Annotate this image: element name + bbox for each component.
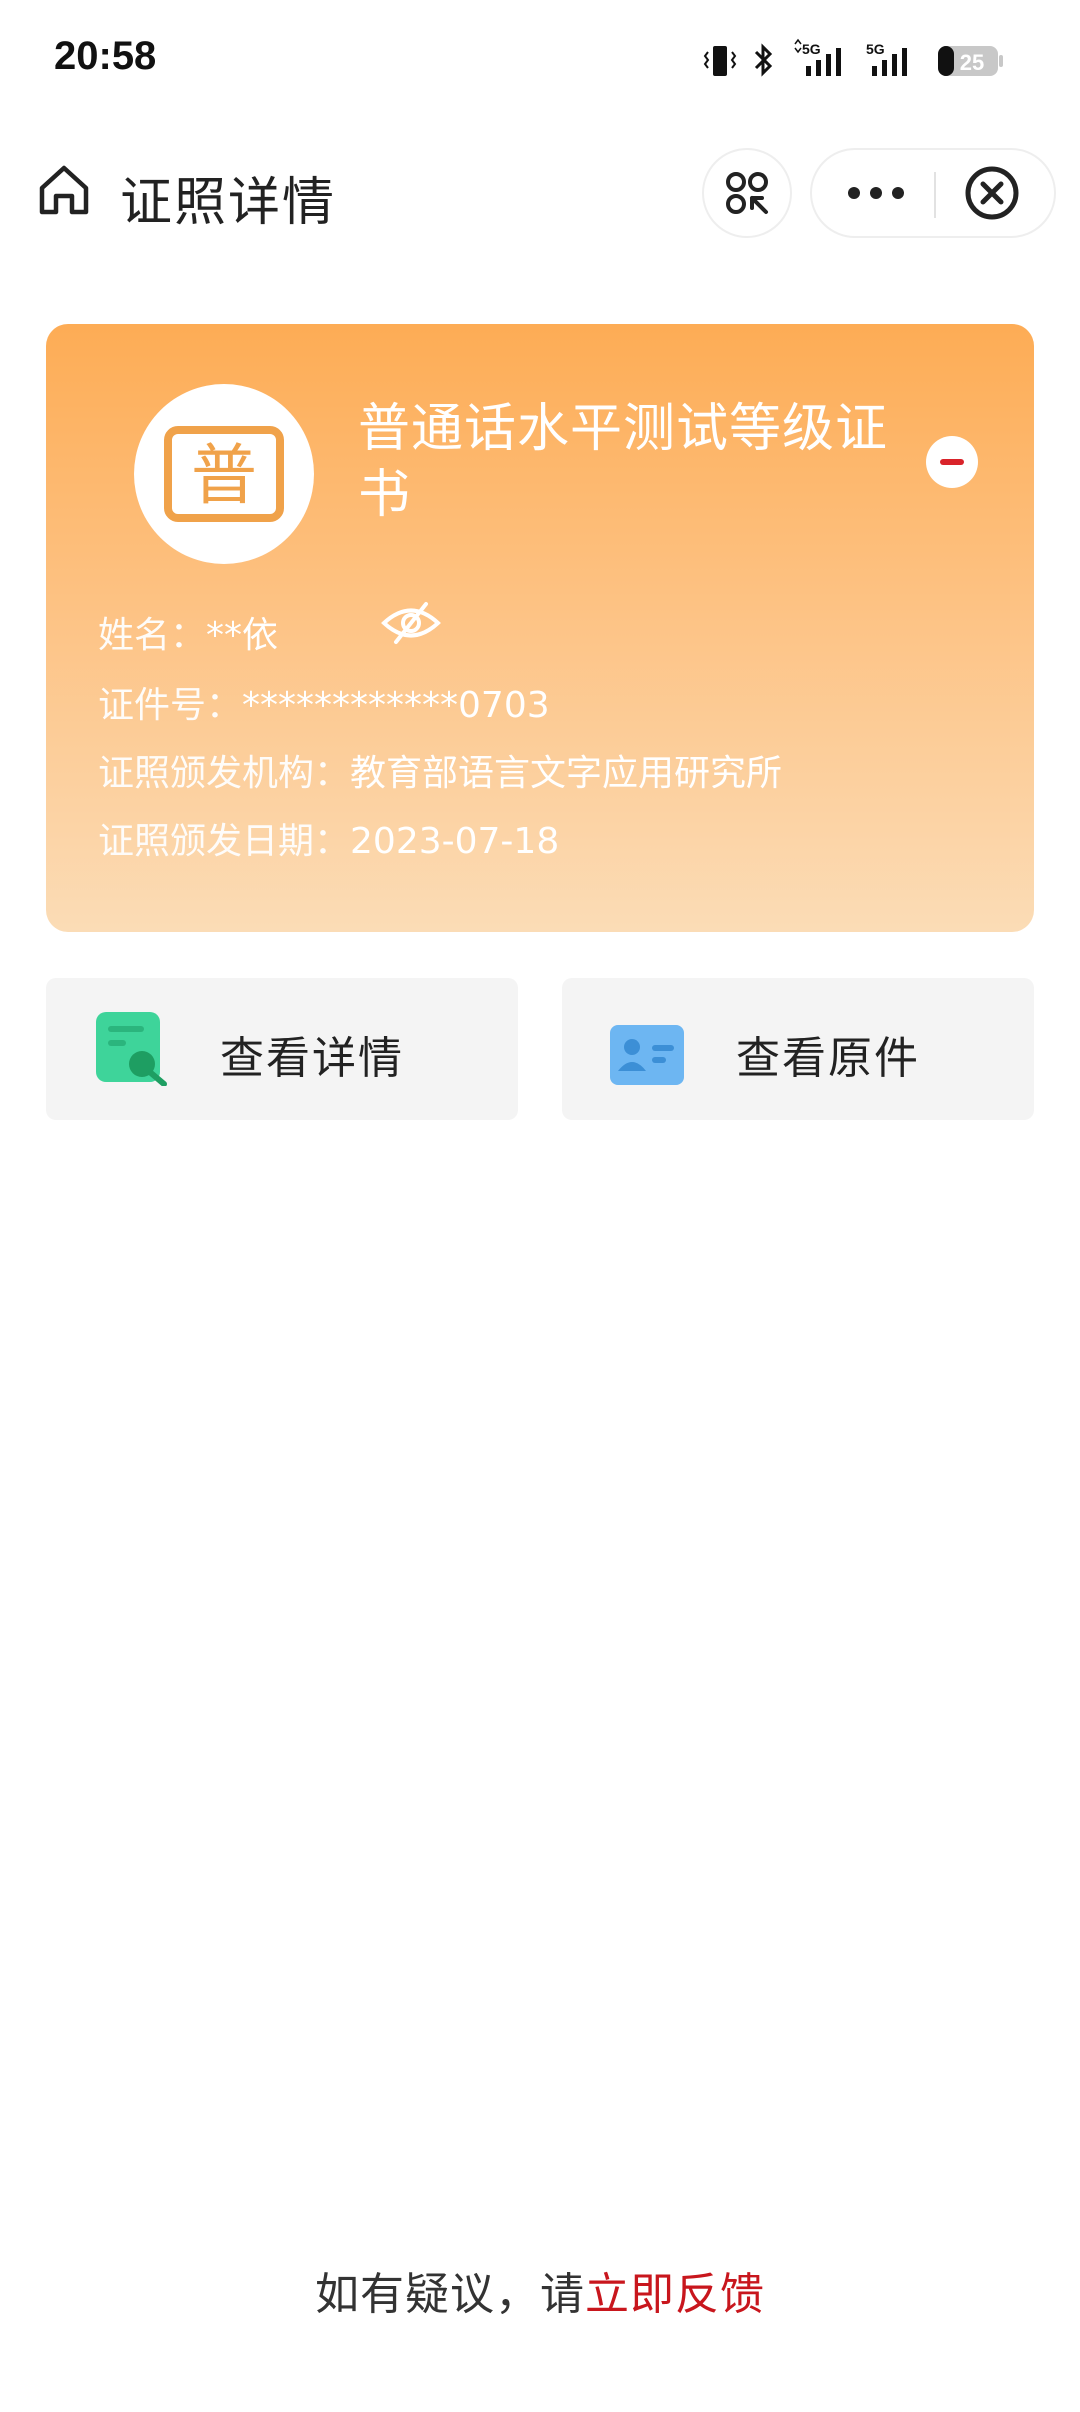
close-button[interactable] [936, 150, 1056, 236]
certificate-card[interactable]: 普 普通话水平测试等级证书 姓名：**依 证件号：************070… [46, 324, 1034, 932]
document-search-icon [96, 1012, 167, 1086]
id-card-icon [610, 1025, 684, 1085]
issuer-value: 教育部语言文字应用研究所 [350, 753, 783, 794]
view-original-label: 查看原件 [736, 1033, 920, 1084]
home-icon[interactable] [36, 162, 92, 218]
view-details-label: 查看详情 [220, 1033, 404, 1084]
view-details-button[interactable]: 查看详情 [46, 978, 518, 1120]
status-bar: 20:58 5G 5G 25 [0, 0, 1080, 125]
more-icon [848, 187, 904, 199]
screen: 20:58 5G 5G 25 证照详情 普 普通话水平测试等级证书 姓名：**依… [0, 0, 1080, 2412]
bluetooth-icon [754, 43, 773, 77]
view-original-button[interactable]: 查看原件 [562, 978, 1034, 1120]
feedback-prefix: 如有疑议，请 [315, 2269, 585, 2320]
page-title: 证照详情 [120, 173, 337, 233]
id-label: 证件号： [98, 685, 243, 726]
battery-level: 25 [960, 50, 984, 75]
issuer-label: 证照颁发机构： [98, 753, 351, 794]
feedback-link[interactable]: 立即反馈 [585, 2269, 765, 2320]
info-row-issuer: 证照颁发机构：教育部语言文字应用研究所 [98, 744, 782, 796]
date-label: 证照颁发日期： [98, 821, 351, 862]
info-row-date: 证照颁发日期：2023-07-18 [98, 812, 559, 864]
eye-hidden-icon[interactable] [380, 598, 442, 648]
certificate-seal-icon: 普 [164, 426, 284, 522]
more-button[interactable] [812, 150, 934, 236]
mini-program-capsule [810, 148, 1056, 238]
network-label-2: 5G [866, 41, 885, 57]
nav-bar: 证照详情 [0, 140, 1080, 250]
date-value: 2023-07-18 [350, 821, 560, 862]
logo-char: 普 [191, 437, 257, 514]
scan-icon [726, 172, 768, 214]
remove-button[interactable] [926, 436, 978, 488]
vibrate-icon [703, 46, 737, 76]
name-value: **依 [206, 615, 279, 656]
name-label: 姓名： [98, 615, 207, 656]
info-row-id: 证件号：************0703 [98, 676, 550, 728]
id-value: ************0703 [242, 685, 550, 726]
signal-5g-icon-2: 5G [866, 41, 907, 76]
signal-5g-icon-1: 5G [794, 38, 841, 76]
close-icon [965, 166, 1019, 220]
status-time: 20:58 [54, 34, 157, 78]
scan-button[interactable] [702, 148, 792, 238]
feedback-footer: 如有疑议，请立即反馈 [0, 2258, 1080, 2322]
certificate-title: 普通话水平测试等级证书 [358, 399, 889, 525]
battery-icon: 25 [938, 46, 1003, 76]
info-row-name: 姓名：**依 [98, 602, 441, 658]
certificate-logo: 普 [134, 384, 314, 564]
network-label-1: 5G [802, 41, 821, 57]
